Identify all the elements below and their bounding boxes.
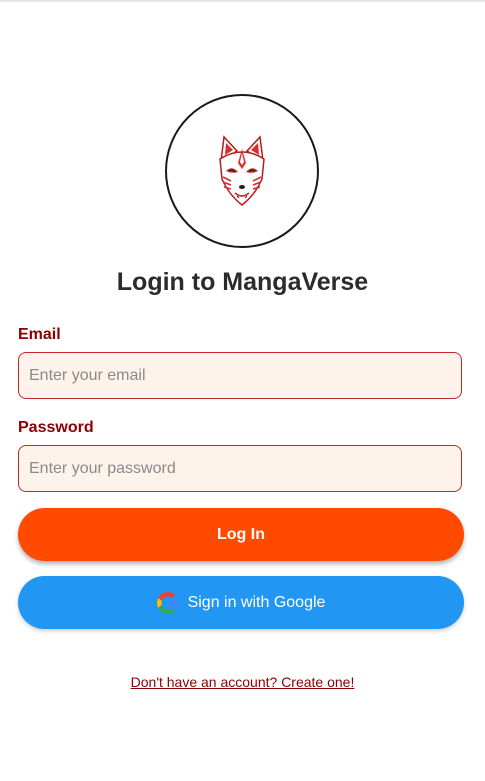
app-logo xyxy=(165,94,319,248)
kitsune-mask-icon xyxy=(219,135,265,206)
google-sign-in-button[interactable]: Sign in with Google xyxy=(18,576,464,629)
create-account-link[interactable]: Don't have an account? Create one! xyxy=(0,674,485,690)
google-icon xyxy=(156,591,179,614)
password-label: Password xyxy=(18,419,94,436)
status-bar-shadow xyxy=(0,0,485,3)
password-field[interactable] xyxy=(18,445,462,492)
google-button-label: Sign in with Google xyxy=(187,593,326,611)
email-field[interactable] xyxy=(18,352,462,399)
email-label: Email xyxy=(18,326,61,343)
page-title: Login to MangaVerse xyxy=(116,268,369,296)
login-button[interactable]: Log In xyxy=(18,508,464,561)
login-button-label: Log In xyxy=(217,525,265,543)
